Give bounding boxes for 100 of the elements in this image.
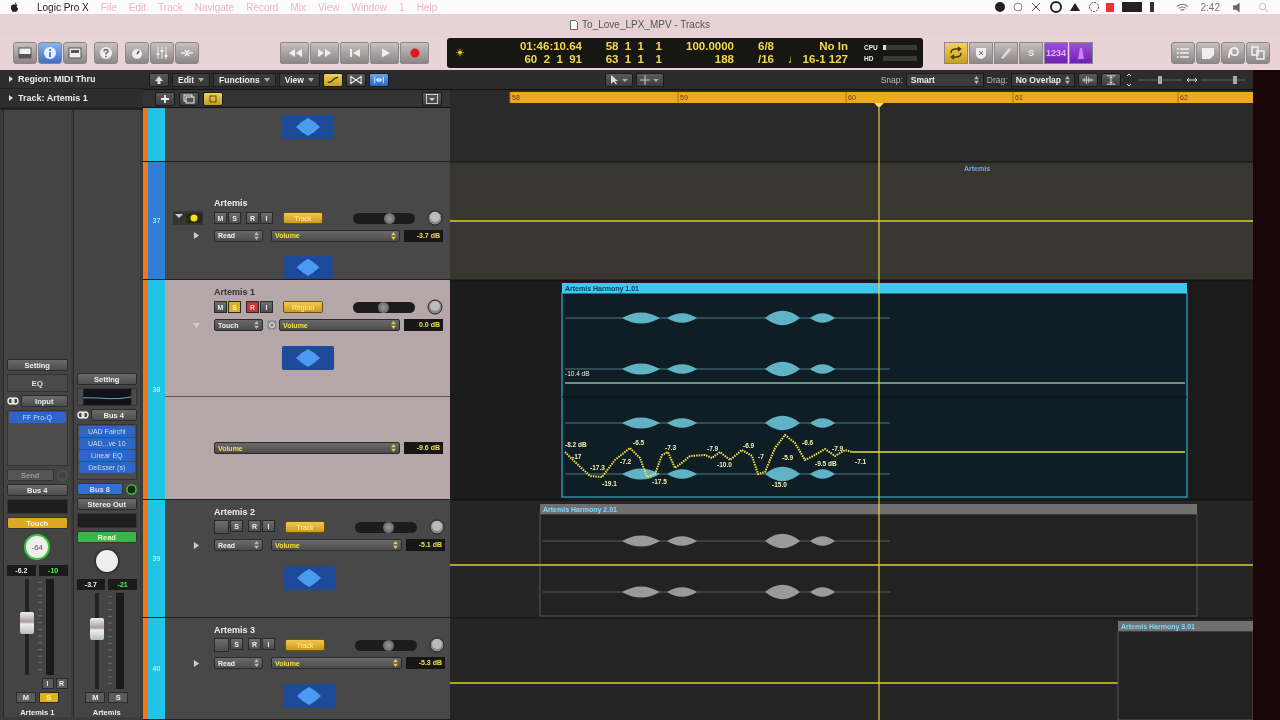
updown-icon — [254, 541, 259, 549]
metronome-button[interactable] — [1069, 41, 1093, 64]
lcd-value[interactable]: 100.0000 — [668, 40, 740, 52]
volume-slider[interactable] — [353, 212, 415, 224]
loop-browser-button[interactable] — [1221, 41, 1245, 64]
automation-curve[interactable] — [564, 433, 1186, 479]
caret-icon — [263, 77, 270, 82]
info-icon — [43, 45, 57, 60]
drag-menu[interactable]: No Overlap — [1010, 72, 1075, 87]
updown-icon — [391, 444, 396, 452]
updown-icon — [1065, 75, 1070, 84]
browser-button[interactable] — [1246, 41, 1270, 64]
square-icon — [207, 93, 219, 104]
lcd-value[interactable]: 188 — [668, 53, 740, 65]
eq-curve-display[interactable] — [76, 388, 137, 406]
updown-icon — [254, 659, 259, 667]
editors-button[interactable] — [63, 41, 87, 64]
note-pads-button[interactable] — [1196, 41, 1220, 64]
eq-display[interactable]: EQ — [7, 374, 68, 392]
lcd-value[interactable]: 63 1 1 — [588, 53, 650, 65]
disclosure-triangle[interactable] — [193, 232, 200, 240]
window-title: To_Love_LPX_MPV - Tracks — [582, 19, 710, 30]
volume-slider[interactable] — [355, 639, 417, 651]
disclosure-triangle[interactable] — [193, 659, 200, 667]
track-name[interactable]: Artemis 3 — [214, 625, 445, 635]
lcd-value[interactable]: 1 — [650, 40, 668, 52]
audio-region-icon — [281, 115, 334, 139]
updown-icon — [254, 321, 259, 329]
go-to-start-button[interactable] — [340, 41, 369, 64]
mixer-button[interactable] — [150, 41, 174, 64]
go-up-button[interactable] — [149, 72, 169, 87]
windows-icon — [1251, 45, 1265, 60]
count-in-button[interactable]: 1234 — [1044, 41, 1068, 64]
cycle-button[interactable] — [944, 41, 968, 64]
wifi-icon[interactable] — [1175, 1, 1189, 13]
app-menu[interactable]: Logic Pro X — [37, 1, 89, 13]
fit-button[interactable] — [1101, 72, 1121, 87]
catch-button[interactable] — [368, 72, 389, 87]
help-button[interactable] — [94, 41, 118, 64]
disclosure-icon — [8, 95, 14, 101]
smart-controls-button[interactable] — [125, 41, 149, 64]
rewind-button[interactable] — [280, 41, 309, 64]
lcd-value[interactable]: 60 2 1 91 — [478, 53, 588, 65]
updown-icon — [391, 231, 396, 240]
folder-track-icon[interactable] — [173, 211, 203, 225]
snap-label: Snap: — [880, 74, 903, 85]
pan-knob[interactable]: -64 — [24, 534, 51, 560]
drag-label: Drag: — [986, 74, 1008, 85]
fast-forward-button[interactable] — [310, 41, 339, 64]
crosshair-icon — [640, 74, 661, 85]
lcd-value[interactable]: 01:46:10.64 — [478, 40, 588, 52]
lcd-value[interactable]: /16 — [740, 53, 780, 65]
pan-knob[interactable] — [93, 548, 120, 574]
fit-icon — [1105, 74, 1117, 85]
volume-slider[interactable] — [353, 301, 415, 313]
pan-knob[interactable] — [429, 637, 445, 653]
link-icon[interactable] — [7, 397, 19, 405]
menu-clock[interactable]: 2:42 — [1200, 1, 1220, 13]
snap-menu[interactable]: Smart — [905, 72, 984, 87]
replace-button[interactable] — [994, 41, 1018, 64]
shield-icon — [974, 45, 988, 60]
disclosure-icon — [8, 76, 14, 82]
lcd-value[interactable]: 6/8 — [740, 40, 780, 52]
automation-toggle-icon[interactable] — [267, 320, 277, 330]
cycle-icon — [949, 45, 963, 60]
track-inspector-header[interactable]: Track: Artemis 1 — [0, 89, 143, 108]
crosshair-tool-menu[interactable] — [636, 72, 665, 87]
pointer-tool-menu[interactable] — [605, 72, 634, 87]
play-button[interactable] — [370, 41, 399, 64]
track-name[interactable]: Artemis — [214, 198, 443, 208]
disclosure-triangle[interactable] — [193, 541, 200, 549]
lcd-value[interactable]: 58 1 1 — [588, 40, 650, 52]
track-name[interactable]: Artemis 1 — [214, 287, 443, 297]
waveform-zoom-button[interactable] — [1078, 72, 1098, 87]
track-name[interactable]: Artemis 2 — [214, 507, 445, 517]
lcd-value[interactable]: ♩ 16-1 127 — [780, 53, 854, 65]
record-button[interactable] — [400, 41, 429, 64]
local-menu[interactable]: Functions — [213, 72, 276, 87]
caret-icon — [198, 77, 205, 82]
pan-knob[interactable] — [429, 519, 445, 535]
automation-button[interactable] — [322, 72, 343, 87]
local-menu[interactable]: View — [278, 72, 320, 87]
global-solo-button[interactable] — [203, 91, 223, 106]
lcd-value[interactable]: No In — [780, 40, 854, 52]
apple-icon[interactable] — [10, 1, 19, 13]
flex-button[interactable] — [345, 72, 366, 87]
list-editors-button[interactable] — [1171, 41, 1195, 64]
region-inspector-header[interactable]: Region: MIDI Thru — [0, 70, 143, 89]
volume-slider[interactable] — [355, 521, 417, 533]
send-knob[interactable] — [126, 483, 137, 495]
local-menu[interactable]: Edit — [172, 72, 211, 87]
editors-toggle-button[interactable] — [175, 41, 199, 64]
library-button[interactable] — [13, 41, 37, 64]
library-panel-icon — [18, 45, 32, 60]
plus-icon — [159, 93, 171, 104]
lcd-value[interactable]: 1 — [650, 53, 668, 65]
inspector-button[interactable] — [38, 41, 62, 64]
pan-knob[interactable] — [427, 210, 443, 226]
pan-knob[interactable] — [427, 299, 443, 315]
link-icon[interactable] — [76, 411, 89, 419]
